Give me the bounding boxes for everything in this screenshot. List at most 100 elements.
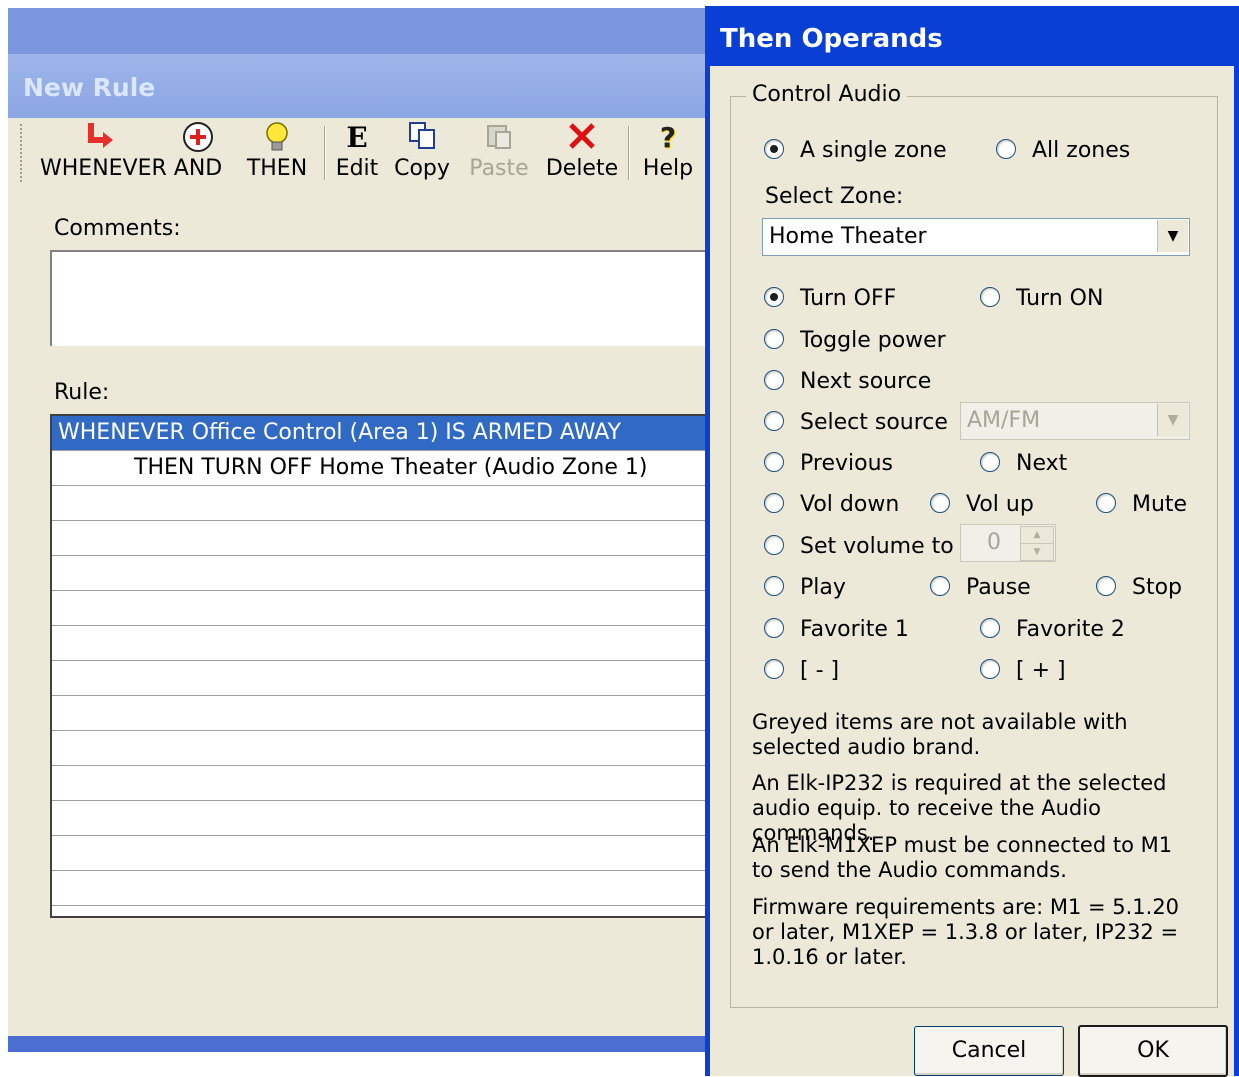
radio-favorite-1[interactable]: Favorite 1 — [764, 617, 909, 643]
radio-next[interactable]: Next — [980, 451, 1067, 477]
toolbar-grip[interactable] — [20, 124, 25, 182]
copy-button[interactable]: Copy — [390, 120, 454, 186]
comments-input[interactable] — [50, 250, 710, 346]
rule-list[interactable]: WHENEVER Office Control (Area 1) IS ARME… — [50, 414, 710, 918]
note-greyed-items: Greyed items are not available with sele… — [752, 710, 1128, 759]
rule-line-empty[interactable] — [52, 801, 710, 836]
radio-button-icon — [980, 659, 1000, 679]
whenever-button[interactable]: WHENEVER — [40, 120, 167, 186]
radio-vol-down[interactable]: Vol down — [764, 492, 899, 518]
radio-mute[interactable]: Mute — [1096, 492, 1187, 518]
rule-label: Rule: — [54, 380, 110, 405]
rule-line-empty[interactable] — [52, 486, 710, 521]
radio-button-icon — [764, 618, 784, 638]
help-question-icon: ? — [659, 121, 677, 154]
source-select[interactable]: AM/FM ▼ — [960, 402, 1190, 440]
paste-button[interactable]: Paste — [464, 120, 534, 186]
note-firmware: Firmware requirements are: M1 = 5.1.20 o… — [752, 895, 1180, 969]
new-rule-window: New Rule WHENEVER AND THEN E Edit Copy P… — [8, 54, 710, 1050]
radio-toggle-power[interactable]: Toggle power — [764, 328, 946, 354]
radio-button-icon — [980, 452, 1000, 472]
and-button[interactable]: AND — [170, 120, 226, 186]
rule-line-empty[interactable] — [52, 521, 710, 556]
copy-icon — [390, 120, 454, 156]
radio-all-zones[interactable]: All zones — [996, 138, 1130, 164]
then-button[interactable]: THEN — [238, 120, 316, 186]
radio-button-icon — [764, 452, 784, 472]
radio-next-source[interactable]: Next source — [764, 369, 931, 395]
radio-button-icon — [930, 493, 950, 513]
rule-line-empty[interactable] — [52, 696, 710, 731]
radio-pause[interactable]: Pause — [930, 575, 1031, 601]
radio-button-icon — [980, 618, 1000, 638]
dropdown-arrow-icon[interactable]: ▼ — [1157, 220, 1188, 252]
rule-line-empty[interactable] — [52, 731, 710, 766]
radio-turn-off[interactable]: Turn OFF — [764, 286, 896, 312]
radio-button-icon — [764, 576, 784, 596]
rule-line-empty[interactable] — [52, 871, 710, 906]
new-rule-titlebar[interactable]: New Rule — [8, 54, 708, 118]
radio-turn-on[interactable]: Turn ON — [980, 286, 1103, 312]
radio-vol-up[interactable]: Vol up — [930, 492, 1034, 518]
window-bottom-border — [8, 1036, 708, 1052]
radio-button-icon — [764, 139, 784, 159]
delete-x-icon — [544, 120, 620, 156]
radio-button-icon — [996, 139, 1016, 159]
radio-button-icon — [764, 535, 784, 555]
radio-button-icon — [764, 493, 784, 513]
spin-down-icon[interactable]: ▼ — [1020, 543, 1054, 561]
radio-button-icon — [930, 576, 950, 596]
radio-button-icon — [980, 287, 1000, 307]
rule-line-empty[interactable] — [52, 626, 710, 661]
paste-icon — [464, 120, 534, 156]
note-m1xep-required: An Elk-M1XEP must be connected to M1 to … — [752, 833, 1173, 882]
rule-toolbar: WHENEVER AND THEN E Edit Copy Paste Dele… — [20, 120, 708, 190]
toolbar-separator — [628, 126, 630, 180]
radio-button-icon — [1096, 576, 1116, 596]
radio-button-icon — [764, 659, 784, 679]
ok-button[interactable]: OK — [1078, 1025, 1228, 1077]
volume-stepper[interactable]: 0 ▲ ▼ — [960, 524, 1056, 562]
edit-button[interactable]: E Edit — [330, 120, 384, 186]
add-circle-icon — [170, 120, 226, 156]
radio-set-volume[interactable]: Set volume to — [764, 534, 954, 560]
radio-button-icon — [764, 411, 784, 431]
window-title: New Rule — [23, 73, 156, 102]
rule-line-empty[interactable] — [52, 836, 710, 871]
desktop-background — [8, 8, 708, 54]
zone-select[interactable]: Home Theater ▼ — [762, 218, 1190, 256]
rule-line-whenever[interactable]: WHENEVER Office Control (Area 1) IS ARME… — [52, 416, 710, 451]
rule-line-then[interactable]: THEN TURN OFF Home Theater (Audio Zone 1… — [52, 451, 710, 486]
delete-button[interactable]: Delete — [544, 120, 620, 186]
rule-line-empty[interactable] — [52, 591, 710, 626]
radio-favorite-2[interactable]: Favorite 2 — [980, 617, 1125, 643]
rule-line-empty[interactable] — [52, 661, 710, 696]
radio-previous[interactable]: Previous — [764, 451, 893, 477]
rule-line-empty[interactable] — [52, 766, 710, 801]
radio-button-icon — [764, 370, 784, 390]
whenever-arrow-icon — [40, 120, 160, 156]
radio-stop[interactable]: Stop — [1096, 575, 1182, 601]
help-button[interactable]: ? Help — [638, 120, 698, 186]
select-zone-label: Select Zone: — [765, 184, 904, 209]
cancel-button[interactable]: Cancel — [914, 1026, 1064, 1076]
edit-icon: E — [346, 121, 368, 154]
dialog-body: Control Audio A single zone All zones Se… — [710, 66, 1234, 1077]
radio-button-icon — [764, 329, 784, 349]
radio-single-zone[interactable]: A single zone — [764, 138, 947, 164]
group-caption: Control Audio — [746, 82, 908, 107]
toolbar-separator — [324, 126, 326, 180]
lightbulb-icon — [238, 120, 316, 156]
radio-button-icon — [764, 287, 784, 307]
dialog-title: Then Operands — [720, 24, 943, 54]
radio-minus[interactable]: [ - ] — [764, 658, 839, 684]
radio-button-icon — [1096, 493, 1116, 513]
dropdown-arrow-icon[interactable]: ▼ — [1157, 404, 1188, 436]
comments-label: Comments: — [54, 216, 181, 241]
spin-up-icon[interactable]: ▲ — [1020, 526, 1054, 544]
radio-play[interactable]: Play — [764, 575, 846, 601]
radio-select-source[interactable]: Select source — [764, 410, 948, 436]
radio-plus[interactable]: [ + ] — [980, 658, 1066, 684]
rule-line-empty[interactable] — [52, 556, 710, 591]
then-operands-dialog: Then Operands Control Audio A single zon… — [705, 6, 1239, 1077]
